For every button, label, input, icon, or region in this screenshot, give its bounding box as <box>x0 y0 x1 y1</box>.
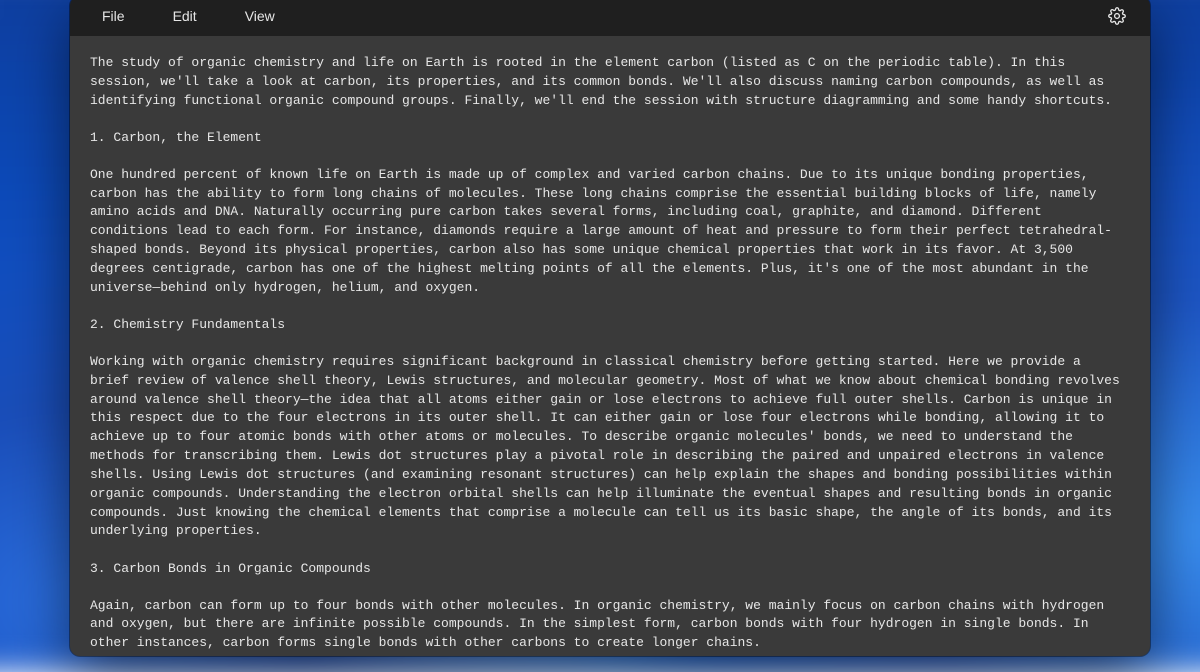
gear-icon <box>1108 7 1126 25</box>
editor-viewport: The study of organic chemistry and life … <box>70 36 1150 656</box>
document-paragraph: 1. Carbon, the Element <box>90 129 1122 148</box>
document-paragraph: 2. Chemistry Fundamentals <box>90 316 1122 335</box>
text-editor-window: File Edit View The study of organic chem… <box>70 0 1150 656</box>
menu-bar: File Edit View <box>70 0 1150 36</box>
menu-view[interactable]: View <box>231 2 289 30</box>
document-paragraph: Again, carbon can form up to four bonds … <box>90 597 1122 654</box>
menu-file[interactable]: File <box>88 2 139 30</box>
menu-edit[interactable]: Edit <box>159 2 211 30</box>
settings-button[interactable] <box>1102 1 1132 31</box>
editor-content[interactable]: The study of organic chemistry and life … <box>70 36 1150 656</box>
document-paragraph: 3. Carbon Bonds in Organic Compounds <box>90 560 1122 579</box>
document-paragraph: Working with organic chemistry requires … <box>90 353 1122 541</box>
document-paragraph: One hundred percent of known life on Ear… <box>90 166 1122 298</box>
document-paragraph: The study of organic chemistry and life … <box>90 54 1122 111</box>
